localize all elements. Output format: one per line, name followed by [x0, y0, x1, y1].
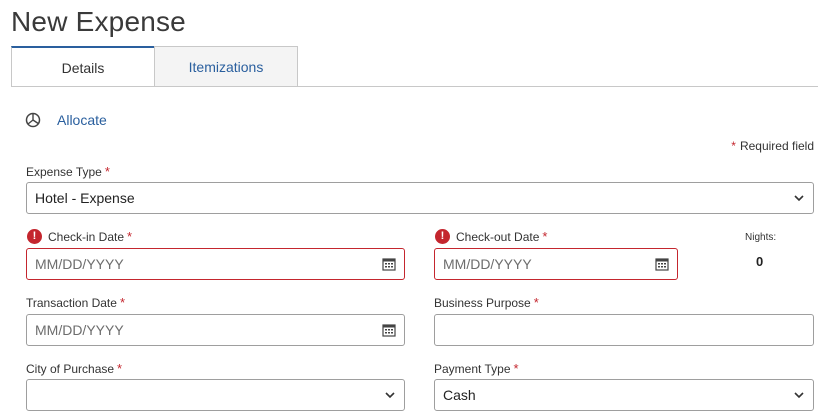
expense-type-select[interactable]: Hotel - Expense — [26, 182, 814, 214]
calendar-icon[interactable] — [655, 257, 669, 271]
business-purpose-label: Business Purpose * — [434, 295, 539, 310]
expense-type-label: Expense Type * — [26, 164, 110, 179]
required-star: * — [731, 139, 736, 153]
calendar-icon[interactable] — [382, 257, 396, 271]
tab-itemizations[interactable]: Itemizations — [154, 46, 298, 86]
error-icon: ! — [435, 229, 450, 244]
business-purpose-input[interactable] — [434, 314, 814, 346]
payment-type-label: Payment Type * — [434, 361, 519, 376]
error-icon: ! — [27, 229, 42, 244]
pie-chart-icon — [25, 112, 41, 128]
checkout-date-input[interactable]: MM/DD/YYYY — [434, 248, 678, 280]
chevron-down-icon — [794, 392, 804, 399]
checkin-date-label: Check-in Date * — [48, 229, 133, 244]
calendar-icon[interactable] — [382, 323, 396, 337]
tab-details[interactable]: Details — [11, 46, 155, 87]
transaction-date-label: Transaction Date * — [26, 295, 125, 310]
page-title: New Expense — [11, 6, 186, 37]
city-of-purchase-label: City of Purchase * — [26, 361, 123, 376]
checkin-date-placeholder: MM/DD/YYYY — [35, 256, 124, 272]
allocate-link[interactable]: Allocate — [57, 112, 107, 128]
checkout-date-label: Check-out Date * — [456, 229, 548, 244]
checkout-date-placeholder: MM/DD/YYYY — [443, 256, 532, 272]
required-field-text: Required field — [739, 139, 814, 153]
required-field-note: * Required field — [731, 139, 814, 153]
chevron-down-icon — [385, 392, 395, 399]
expense-type-value: Hotel - Expense — [35, 190, 135, 206]
payment-type-select[interactable]: Cash — [434, 379, 814, 411]
payment-type-value: Cash — [443, 387, 476, 403]
tabs-divider — [11, 86, 818, 87]
transaction-date-input[interactable]: MM/DD/YYYY — [26, 314, 405, 346]
chevron-down-icon — [794, 195, 804, 202]
nights-label: Nights: — [745, 232, 777, 243]
nights-value: 0 — [756, 254, 764, 269]
checkin-date-input[interactable]: MM/DD/YYYY — [26, 248, 405, 280]
transaction-date-placeholder: MM/DD/YYYY — [35, 322, 124, 338]
city-of-purchase-select[interactable] — [26, 379, 405, 411]
